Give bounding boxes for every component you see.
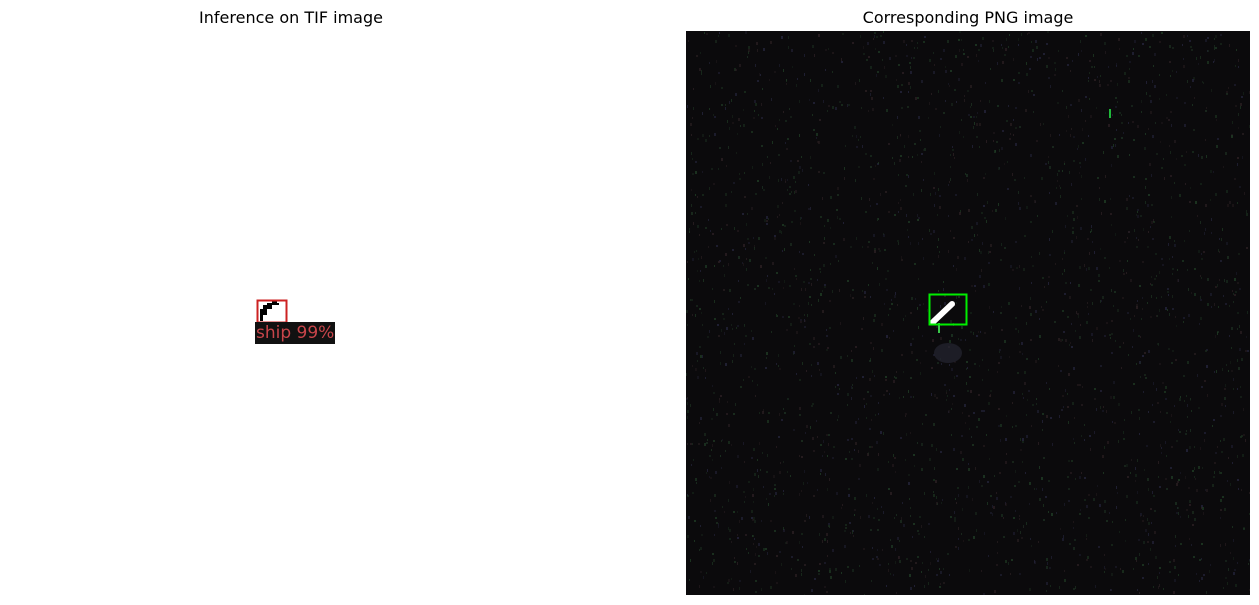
- tif-image: [8, 31, 572, 595]
- left-panel-title: Inference on TIF image: [199, 8, 383, 27]
- tif-inference-panel: ship 99%: [8, 31, 572, 595]
- png-panel: [686, 31, 1250, 595]
- right-panel-title: Corresponding PNG image: [862, 8, 1074, 27]
- ship-detection-label: ship 99%: [255, 322, 336, 344]
- png-image: [686, 31, 1250, 595]
- ship-wake: [934, 343, 962, 363]
- noise-speck: [1109, 109, 1111, 118]
- tif-background: [8, 31, 572, 595]
